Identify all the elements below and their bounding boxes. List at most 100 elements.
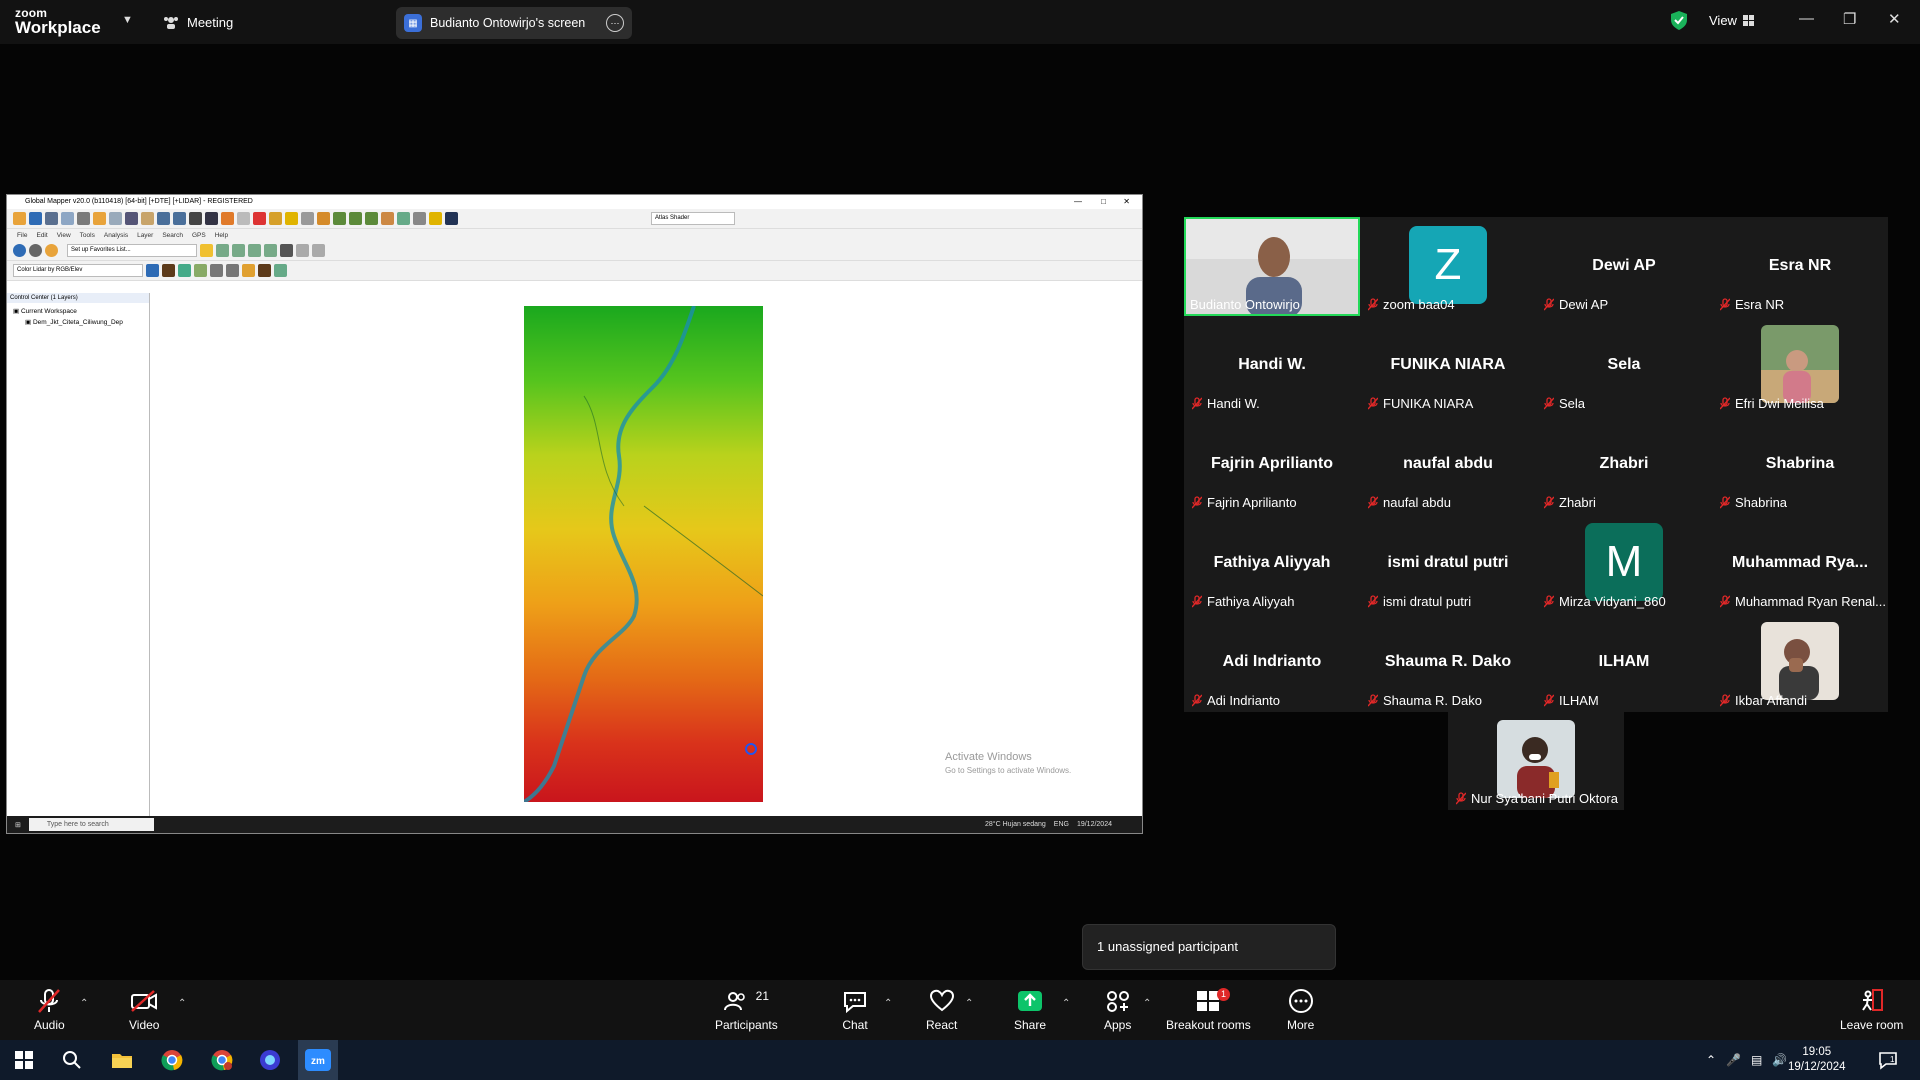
globe-icon[interactable] [29, 212, 42, 225]
back-icon[interactable] [189, 212, 202, 225]
menu-view[interactable]: View [57, 232, 71, 239]
video-tile[interactable]: Ikbar Affandi [1712, 613, 1888, 712]
menu-search[interactable]: Search [162, 232, 183, 239]
chrome-profile-icon[interactable] [208, 1046, 236, 1074]
rotate-tool-icon[interactable] [312, 244, 325, 257]
minimize-icon[interactable]: — [1799, 10, 1814, 27]
viewshed-icon[interactable] [365, 212, 378, 225]
chat-options-caret-icon[interactable]: ⌃ [884, 998, 892, 1009]
shader-icon[interactable] [429, 212, 442, 225]
video-tile[interactable]: Muhammad Rya... Muhammad Ryan Renal... [1712, 514, 1888, 613]
remote-start-icon[interactable]: ⊞ [15, 821, 21, 829]
sun-icon[interactable] [45, 244, 58, 257]
digitize-icon[interactable] [237, 212, 250, 225]
crop-icon[interactable] [445, 212, 458, 225]
curve-tool-icon[interactable] [248, 244, 261, 257]
volume-icon[interactable] [397, 212, 410, 225]
grid-tool-icon[interactable] [413, 212, 426, 225]
share-options-caret-icon[interactable]: ⌃ [1062, 998, 1070, 1009]
network-icon[interactable]: ▤ [1751, 1053, 1762, 1067]
lidar-filter-icon[interactable] [210, 264, 223, 277]
table-icon[interactable] [109, 212, 122, 225]
video-tile[interactable]: Fathiya Aliyyah Fathiya Aliyyah [1184, 514, 1360, 613]
video-tile[interactable]: Sela Sela [1536, 316, 1712, 415]
video-tile[interactable]: M Mirza Vidyani_860 [1536, 514, 1712, 613]
menu-analysis[interactable]: Analysis [104, 232, 128, 239]
volume-icon[interactable]: 🔊 [1772, 1053, 1787, 1067]
leave-room-button[interactable]: Leave room [1840, 988, 1903, 1032]
dem-elevation-map[interactable] [524, 306, 763, 802]
file-explorer-icon[interactable] [108, 1046, 136, 1074]
menu-tools[interactable]: Tools [80, 232, 95, 239]
video-tile[interactable]: Budianto Ontowirjo [1184, 217, 1360, 316]
delete-icon[interactable] [253, 212, 266, 225]
tree-workspace[interactable]: ▣ Current Workspace [13, 306, 143, 317]
audio-options-caret-icon[interactable]: ⌃ [80, 998, 88, 1009]
react-options-caret-icon[interactable]: ⌃ [965, 998, 973, 1009]
microphone-icon[interactable]: 🎤 [1726, 1053, 1741, 1067]
video-tile[interactable]: ismi dratul putri ismi dratul putri [1360, 514, 1536, 613]
lidar-ground-icon[interactable] [162, 264, 175, 277]
video-options-caret-icon[interactable]: ⌃ [178, 998, 186, 1009]
lidar-building-icon[interactable] [194, 264, 207, 277]
screen-share-pill[interactable]: ▦ Budianto Ontowirjo's screen ⋯ [396, 7, 632, 39]
chrome-icon[interactable] [158, 1046, 186, 1074]
video-button[interactable]: Video [129, 988, 159, 1032]
lidar-class-icon[interactable] [146, 264, 159, 277]
search-icon[interactable] [58, 1046, 86, 1074]
save-icon[interactable] [45, 212, 58, 225]
participants-button[interactable]: 21 Participants [715, 988, 778, 1032]
tree-layer[interactable]: ▣ Dem_Jkt_Citeta_Ciliwung_Dep [13, 317, 143, 328]
lidar-color-select[interactable]: Color Lidar by RGB/Elev [13, 264, 143, 277]
menu-gps[interactable]: GPS [192, 232, 206, 239]
video-tile[interactable]: FUNIKA NIARA FUNIKA NIARA [1360, 316, 1536, 415]
contour-icon[interactable] [333, 212, 346, 225]
menu-file[interactable]: File [17, 232, 27, 239]
menu-edit[interactable]: Edit [36, 232, 47, 239]
react-button[interactable]: React [926, 988, 957, 1032]
zoom-in-icon[interactable] [157, 212, 170, 225]
video-tile[interactable]: Adi Indrianto Adi Indrianto [1184, 613, 1360, 712]
edit-icon[interactable] [221, 212, 234, 225]
video-tile[interactable]: Shauma R. Dako Shauma R. Dako [1360, 613, 1536, 712]
layers-icon[interactable] [93, 212, 106, 225]
apps-button[interactable]: Apps [1104, 988, 1131, 1032]
zoom-app-icon[interactable]: zm [304, 1046, 332, 1074]
watershed-icon[interactable] [349, 212, 362, 225]
shared-screen[interactable]: Global Mapper v20.0 (b110418) [64-bit] [… [6, 194, 1143, 834]
gm-minimize-icon[interactable]: — [1074, 195, 1082, 209]
lidar-profile-icon[interactable] [258, 264, 271, 277]
map-view[interactable]: Activate Windows Go to Settings to activ… [150, 293, 1142, 816]
remote-search-box[interactable]: Type here to search [28, 818, 154, 831]
print-icon[interactable] [61, 212, 74, 225]
video-tile[interactable]: Dewi AP Dewi AP [1536, 217, 1712, 316]
chevron-down-icon[interactable]: ▼ [122, 14, 133, 26]
pan-icon[interactable] [141, 212, 154, 225]
select-icon[interactable] [125, 212, 138, 225]
lidar-veg-icon[interactable] [178, 264, 191, 277]
notification-center-icon[interactable]: 1 [1878, 1040, 1898, 1080]
share-button[interactable]: Share [1014, 988, 1046, 1032]
polyline-tool-icon[interactable] [232, 244, 245, 257]
lidar-select-icon[interactable] [242, 264, 255, 277]
restore-icon[interactable]: ❐ [1843, 10, 1856, 28]
line-tool-icon[interactable] [216, 244, 229, 257]
measure-icon[interactable] [269, 212, 282, 225]
profile-icon[interactable] [381, 212, 394, 225]
zoom-logo[interactable]: zoom Workplace [15, 7, 101, 36]
close-icon[interactable]: ✕ [1888, 10, 1901, 28]
more-button[interactable]: More [1287, 988, 1314, 1032]
search-icon[interactable] [301, 212, 314, 225]
audio-button[interactable]: Audio [34, 988, 65, 1032]
chat-button[interactable]: Chat [842, 988, 868, 1032]
breakout-rooms-button[interactable]: Breakout rooms [1166, 988, 1251, 1032]
gm-restore-icon[interactable]: □ [1101, 195, 1106, 209]
windows-start-icon[interactable] [10, 1046, 38, 1074]
favorites-select[interactable]: Set up Favorites List... [67, 244, 197, 257]
video-tile[interactable]: Zhabri Zhabri [1536, 415, 1712, 514]
home-icon[interactable] [205, 212, 218, 225]
encryption-shield-icon[interactable] [1671, 11, 1687, 30]
apps-options-caret-icon[interactable]: ⌃ [1143, 998, 1151, 1009]
video-tile[interactable]: Efri Dwi Meilisa [1712, 316, 1888, 415]
area-tool-icon[interactable] [264, 244, 277, 257]
